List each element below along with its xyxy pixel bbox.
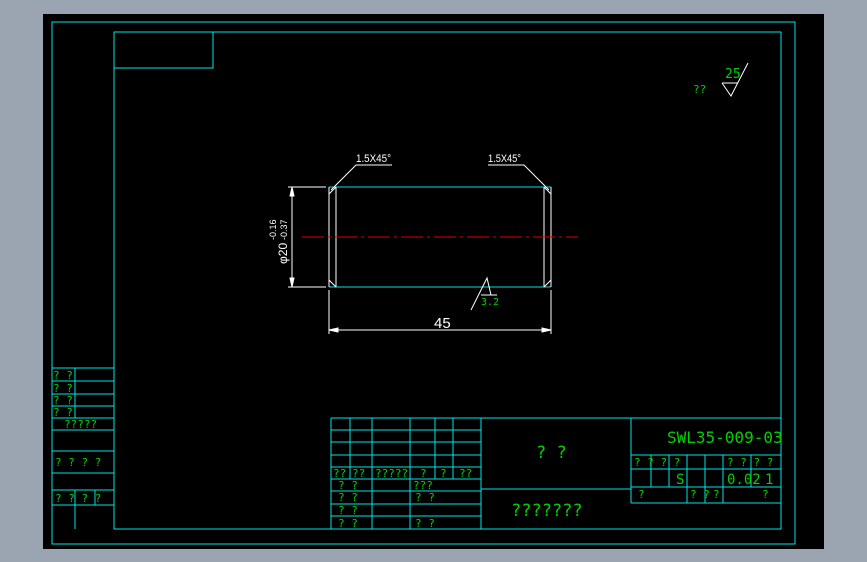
header-cell-5: ? [440, 467, 447, 480]
diameter-value: φ20 [276, 243, 290, 264]
sign-row-2-b: ? ? [415, 491, 435, 504]
sheet-cell-1: ? [638, 488, 645, 501]
material-field: ? ? [536, 443, 567, 463]
left-panel-label-a: ????? [64, 418, 97, 431]
company-field: ??????? [511, 501, 583, 521]
left-panel-label-b: ? ? ? ? [55, 456, 101, 469]
sign-row-4-b: ? ? [415, 517, 435, 530]
left-panel-row-1: ? ? [53, 369, 73, 382]
drawing-canvas[interactable]: ?? 25 1.5X45° 1.5X45° φ20 -0.16 -0.37 45… [0, 0, 867, 562]
drawing-number: SWL35-009-03 [667, 428, 783, 447]
local-roughness-value: 3.2 [481, 297, 499, 308]
scale-value: 1 [765, 472, 773, 488]
sheet-cell-2: ? ? [690, 488, 710, 501]
tolerance-upper: -0.16 [268, 219, 278, 240]
left-panel-label-c: ? ? ? ? [55, 492, 101, 505]
sheet-cell-3: ? [713, 488, 720, 501]
tolerance-lower: -0.37 [279, 219, 289, 240]
header-cell-3: ????? [375, 467, 408, 480]
cad-viewport[interactable]: ?? 25 1.5X45° 1.5X45° φ20 -0.16 -0.37 45… [0, 0, 867, 562]
chamfer-label-right: 1.5X45° [488, 153, 521, 165]
sign-row-4-a: ? ? [338, 517, 358, 530]
sign-row-3-a: ? ? [338, 504, 358, 517]
weight-label: ? ? ? ? [727, 456, 773, 469]
stage-label: ? ? ? ? [634, 456, 680, 469]
roughness-value: 25 [725, 67, 741, 82]
length-value: 45 [434, 315, 451, 332]
sheet-cell-4: ? [762, 488, 769, 501]
stage-mark: S [676, 472, 684, 488]
header-cell-6: ?? [459, 467, 472, 480]
roughness-prefix: ?? [693, 83, 706, 96]
weight-value: 0.02 [727, 472, 761, 488]
sign-row-2-a: ? ? [338, 491, 358, 504]
chamfer-label-left: 1.5X45° [356, 153, 391, 165]
